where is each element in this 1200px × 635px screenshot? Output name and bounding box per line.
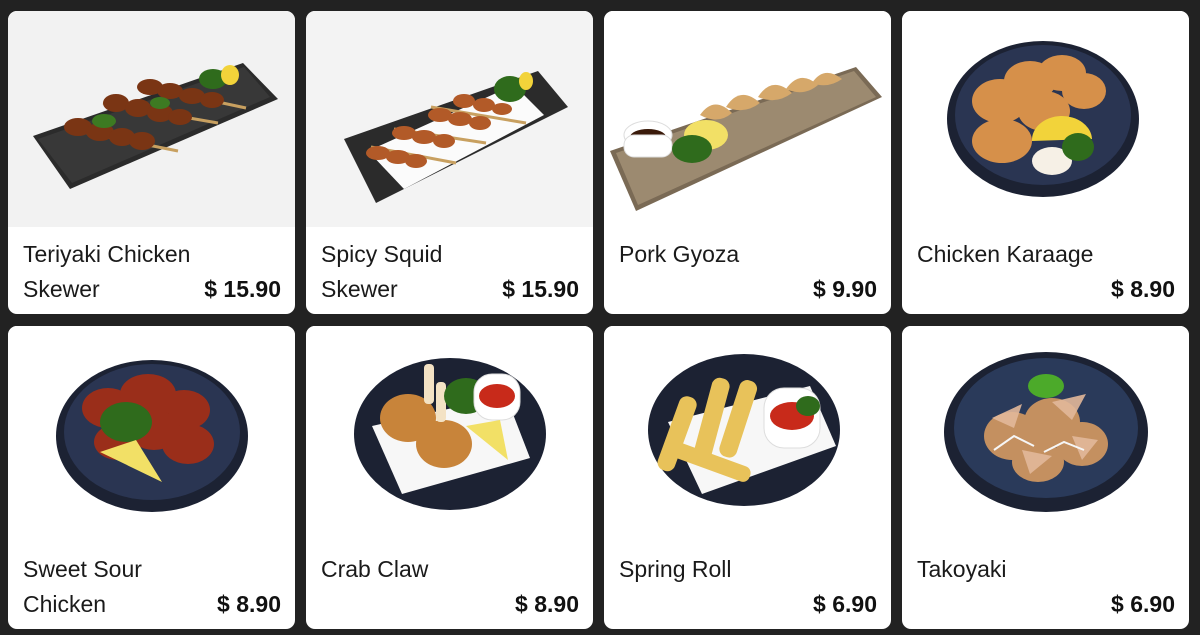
item-name: Sweet Sour Chicken — [23, 556, 142, 617]
spring-roll-photo — [604, 326, 891, 542]
menu-item-spring-roll[interactable]: Spring Roll $ 6.90 — [604, 326, 891, 629]
menu-item-spicy-squid-skewer[interactable]: Spicy Squid Skewer $ 15.90 — [306, 11, 593, 314]
menu-item-pork-gyoza[interactable]: Pork Gyoza $ 9.90 — [604, 11, 891, 314]
item-price: $ 6.90 — [1111, 591, 1175, 617]
item-price: $ 8.90 — [1111, 276, 1175, 302]
menu-item-chicken-karaage[interactable]: Chicken Karaage $ 8.90 — [902, 11, 1189, 314]
spicy-squid-skewer-photo — [306, 11, 593, 227]
takoyaki-photo — [902, 326, 1189, 542]
menu-item-teriyaki-chicken-skewer[interactable]: Teriyaki Chicken Skewer $ 15.90 — [8, 11, 295, 314]
item-name: Takoyaki — [917, 556, 1007, 582]
menu-item-takoyaki[interactable]: Takoyaki $ 6.90 — [902, 326, 1189, 629]
item-name: Chicken Karaage — [917, 241, 1094, 267]
menu-item-crab-claw[interactable]: Crab Claw $ 8.90 — [306, 326, 593, 629]
item-price: $ 8.90 — [515, 591, 579, 617]
pork-gyoza-photo — [604, 11, 891, 227]
item-price: $ 8.90 — [217, 591, 281, 617]
item-name: Spicy Squid Skewer — [321, 241, 443, 302]
item-price: $ 15.90 — [204, 276, 281, 302]
chicken-karaage-photo — [902, 11, 1189, 227]
item-name: Teriyaki Chicken Skewer — [23, 241, 191, 302]
teriyaki-chicken-skewer-photo — [8, 11, 295, 227]
sweet-sour-chicken-photo — [8, 326, 295, 542]
item-name: Crab Claw — [321, 556, 429, 582]
item-price: $ 9.90 — [813, 276, 877, 302]
menu-item-sweet-sour-chicken[interactable]: Sweet Sour Chicken $ 8.90 — [8, 326, 295, 629]
item-name: Spring Roll — [619, 556, 732, 582]
crab-claw-photo — [306, 326, 593, 542]
item-name: Pork Gyoza — [619, 241, 740, 267]
item-price: $ 6.90 — [813, 591, 877, 617]
item-price: $ 15.90 — [502, 276, 579, 302]
menu-grid: Teriyaki Chicken Skewer $ 15.90 Spicy Sq… — [0, 0, 1200, 635]
